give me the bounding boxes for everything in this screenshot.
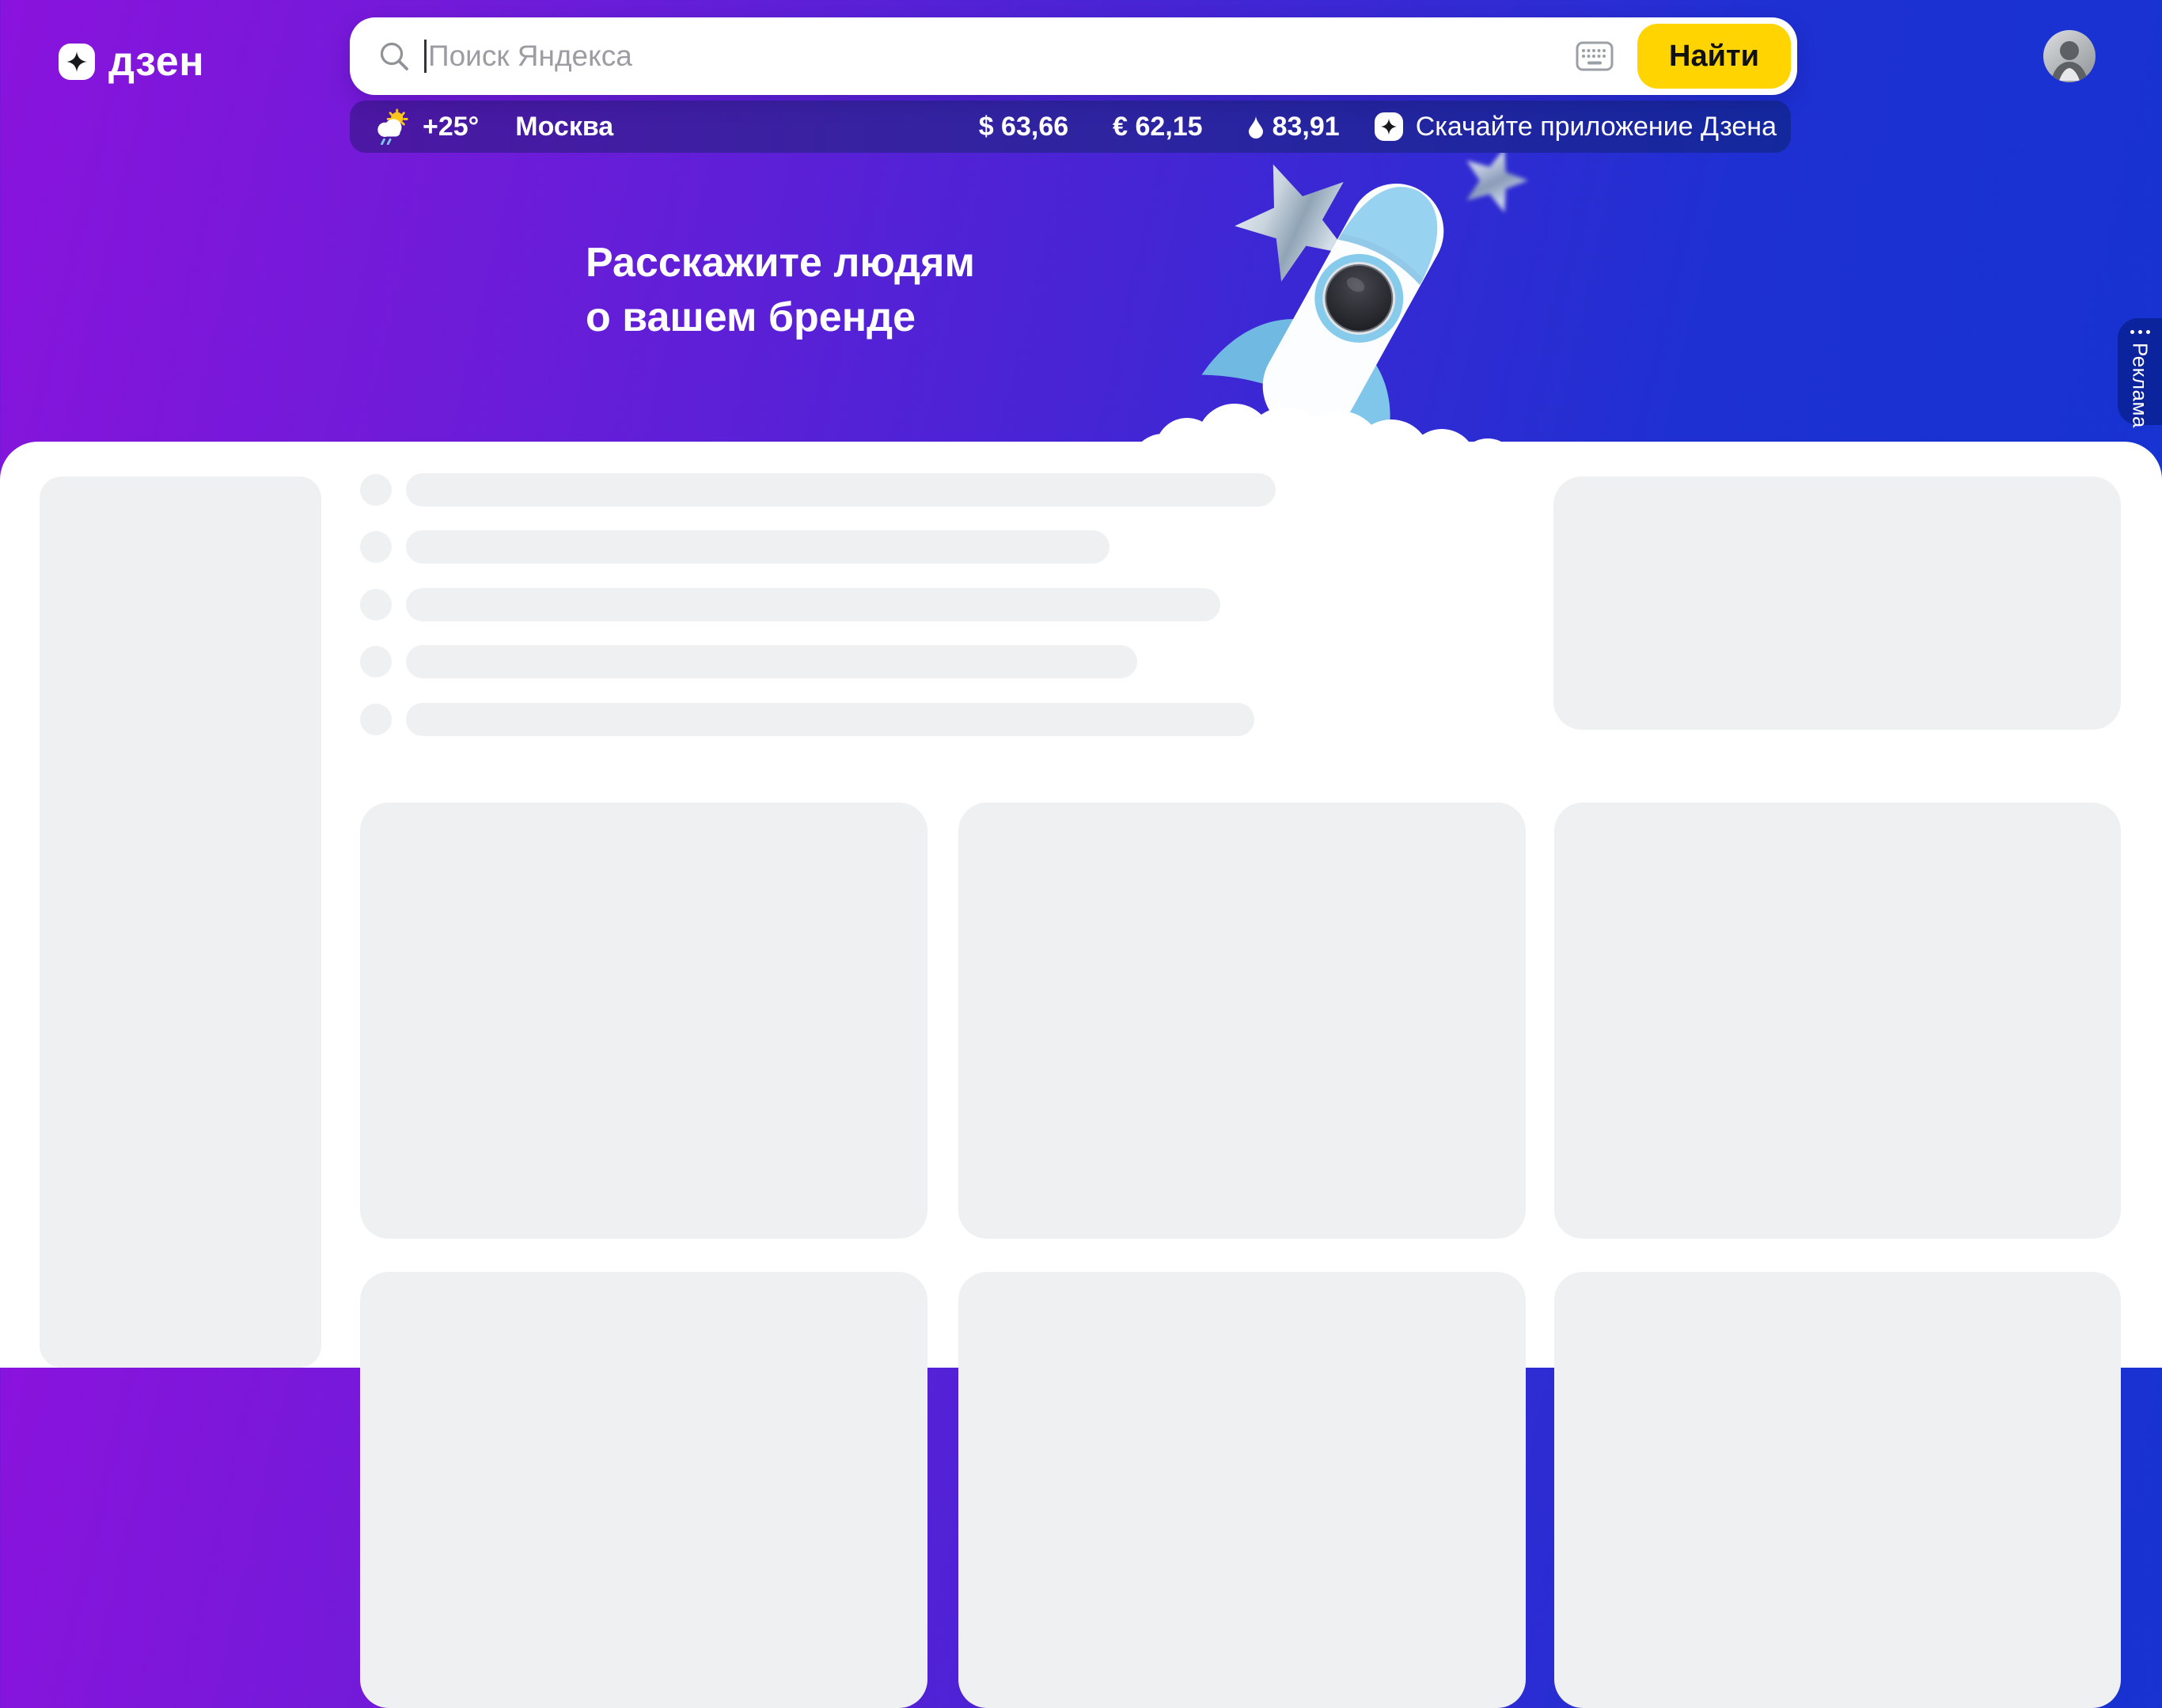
oil-price[interactable]: 83,91	[1247, 112, 1340, 142]
weather-widget[interactable]: +25°	[374, 108, 479, 145]
skeleton-card	[360, 1272, 927, 1708]
oil-value: 83,91	[1273, 112, 1340, 142]
eur-rate[interactable]: € 62,15	[1113, 112, 1202, 142]
skeleton-feed-row	[360, 530, 1109, 564]
skeleton-avatar-circle	[360, 531, 392, 563]
zen-logo-text: дзен	[108, 38, 204, 85]
search-submit-button[interactable]: Найти	[1637, 24, 1791, 89]
city-link[interactable]: Москва	[515, 112, 613, 142]
ad-tag-label: Реклама	[2128, 343, 2153, 428]
text-cursor	[424, 40, 427, 73]
oil-rate[interactable]: € 62,15	[1113, 112, 1202, 142]
usd-rate[interactable]: $ 63,66	[979, 112, 1068, 142]
ad-tag-pill[interactable]: Реклама	[2118, 318, 2162, 425]
skeleton-text-bar	[406, 703, 1254, 736]
skeleton-card	[958, 803, 1526, 1239]
skeleton-feed-row	[360, 473, 1276, 507]
zen-star-icon	[59, 44, 95, 80]
skeleton-sidebar	[40, 476, 321, 1368]
banner-headline-line1: Расскажите людям	[586, 236, 975, 290]
skeleton-side-card	[1553, 476, 2121, 730]
app-promo-text: Скачайте приложение Дзена	[1416, 112, 1777, 142]
skeleton-card	[958, 1272, 1526, 1708]
oil-drop-icon	[1247, 115, 1265, 139]
rocket-illustration	[1140, 127, 1583, 491]
skeleton-text-bar	[406, 645, 1137, 678]
skeleton-text-bar	[406, 473, 1276, 507]
skeleton-card	[360, 803, 927, 1239]
skeleton-card	[1554, 803, 2121, 1239]
avatar[interactable]	[2043, 30, 2096, 82]
keyboard-icon[interactable]	[1576, 41, 1614, 71]
banner-headline[interactable]: Расскажите людям о вашем бренде	[586, 236, 975, 345]
skeleton-text-bar	[406, 530, 1109, 564]
more-dots-icon[interactable]	[2130, 330, 2150, 334]
skeleton-feed-row	[360, 588, 1220, 621]
app-promo-link[interactable]: Скачайте приложение Дзена	[1375, 112, 1777, 142]
skeleton-avatar-circle	[360, 704, 392, 735]
skeleton-feed-row	[360, 645, 1137, 678]
temperature-value: +25°	[423, 112, 479, 142]
search-area: Найти +25° М	[350, 17, 1797, 153]
info-bar: +25° Москва $ 63,66 € 62,15 83,91 Скачай…	[350, 101, 1791, 153]
zen-logo[interactable]: дзен	[59, 38, 204, 85]
content-card	[0, 442, 2162, 1368]
skeleton-avatar-circle	[360, 646, 392, 678]
banner-headline-line2: о вашем бренде	[586, 290, 975, 345]
skeleton-card	[1554, 1272, 2121, 1708]
search-bar[interactable]: Найти	[350, 17, 1797, 95]
skeleton-feed-row	[360, 703, 1254, 736]
sun-cloud-rain-icon	[374, 108, 410, 145]
skeleton-avatar-circle	[360, 474, 392, 506]
skeleton-text-bar	[406, 588, 1220, 621]
zen-mini-icon	[1375, 112, 1403, 141]
skeleton-avatar-circle	[360, 589, 392, 621]
search-input[interactable]	[428, 32, 1576, 80]
search-icon	[377, 39, 412, 74]
